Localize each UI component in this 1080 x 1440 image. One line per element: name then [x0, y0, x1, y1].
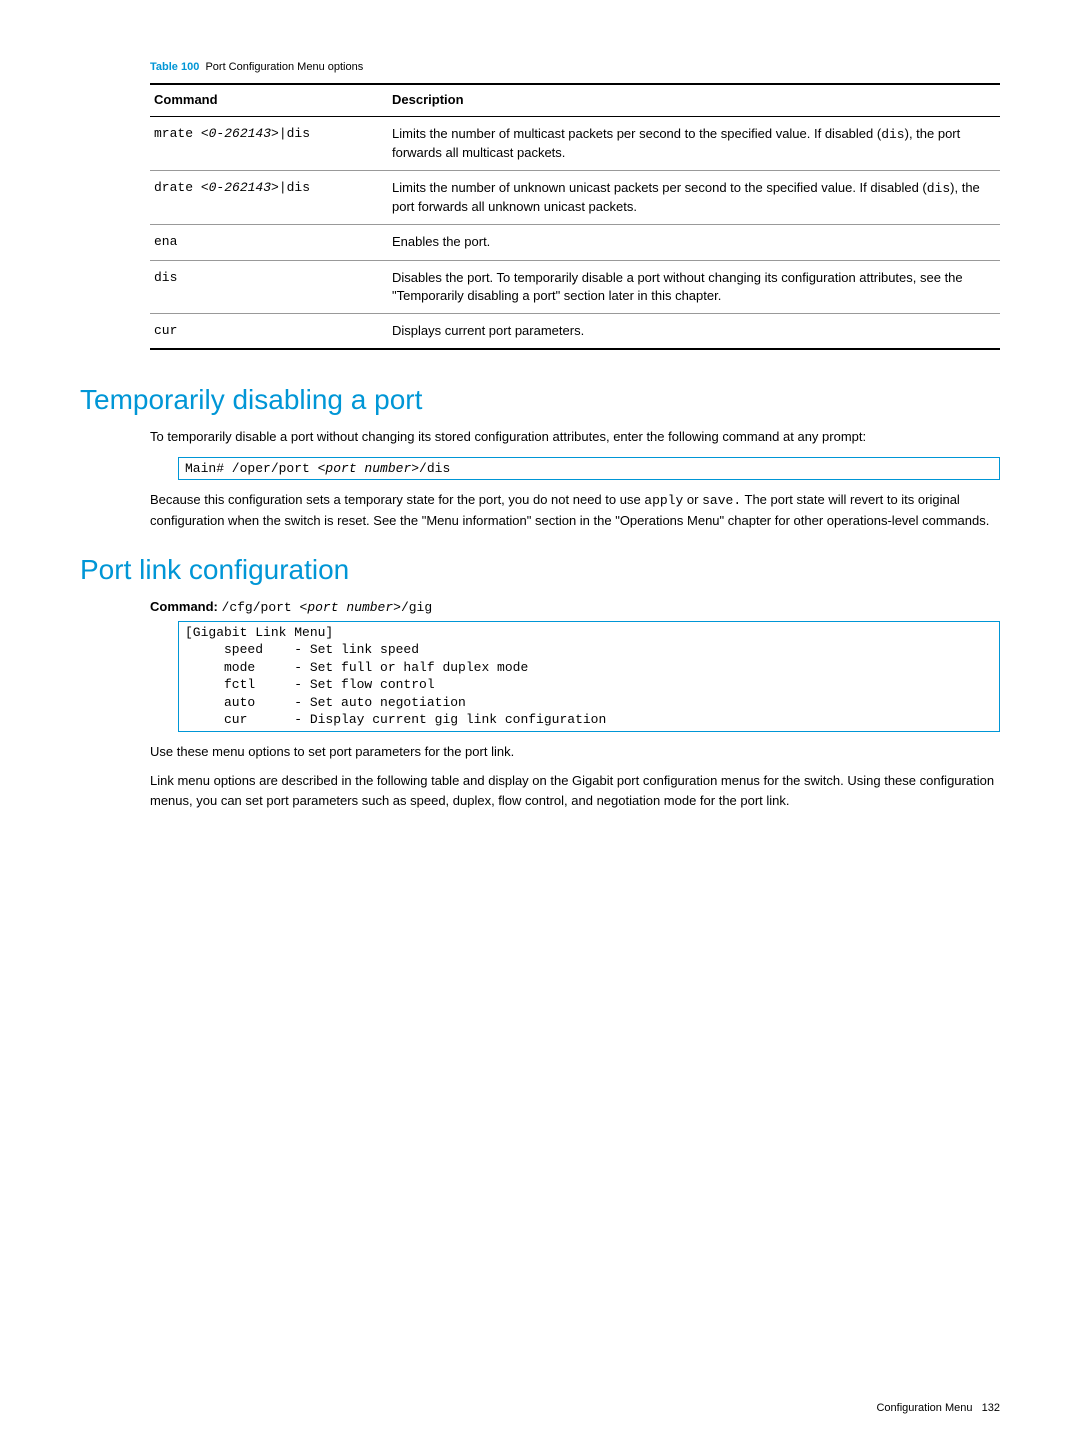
heading-port-link-config: Port link configuration [80, 550, 1000, 589]
table-row: mrate <0-262143>|dis Limits the number o… [150, 116, 1000, 170]
table-row: drate <0-262143>|dis Limits the number o… [150, 170, 1000, 224]
col-header-description: Description [388, 84, 1000, 116]
table-caption-text: Port Configuration Menu options [205, 61, 363, 73]
table-caption: Table 100 Port Configuration Menu option… [150, 60, 1000, 75]
body-text: To temporarily disable a port without ch… [150, 427, 1000, 447]
table-label: Table 100 [150, 61, 199, 73]
table-row: ena Enables the port. [150, 225, 1000, 260]
body-text: Use these menu options to set port param… [150, 742, 1000, 762]
col-header-command: Command [150, 84, 388, 116]
heading-temporarily-disabling: Temporarily disabling a port [80, 380, 1000, 419]
table-row: dis Disables the port. To temporarily di… [150, 260, 1000, 313]
command-line: Command: /cfg/port <port number>/gig [150, 598, 1000, 617]
code-block: [Gigabit Link Menu] speed - Set link spe… [178, 621, 1000, 732]
body-text: Because this configuration sets a tempor… [150, 490, 1000, 530]
table-row: cur Displays current port parameters. [150, 313, 1000, 349]
port-config-table: Command Description mrate <0-262143>|dis… [150, 83, 1000, 350]
page-footer: Configuration Menu 132 [876, 1401, 1000, 1416]
body-text: Link menu options are described in the f… [150, 771, 1000, 810]
code-block: Main# /oper/port <port number>/dis [178, 457, 1000, 481]
